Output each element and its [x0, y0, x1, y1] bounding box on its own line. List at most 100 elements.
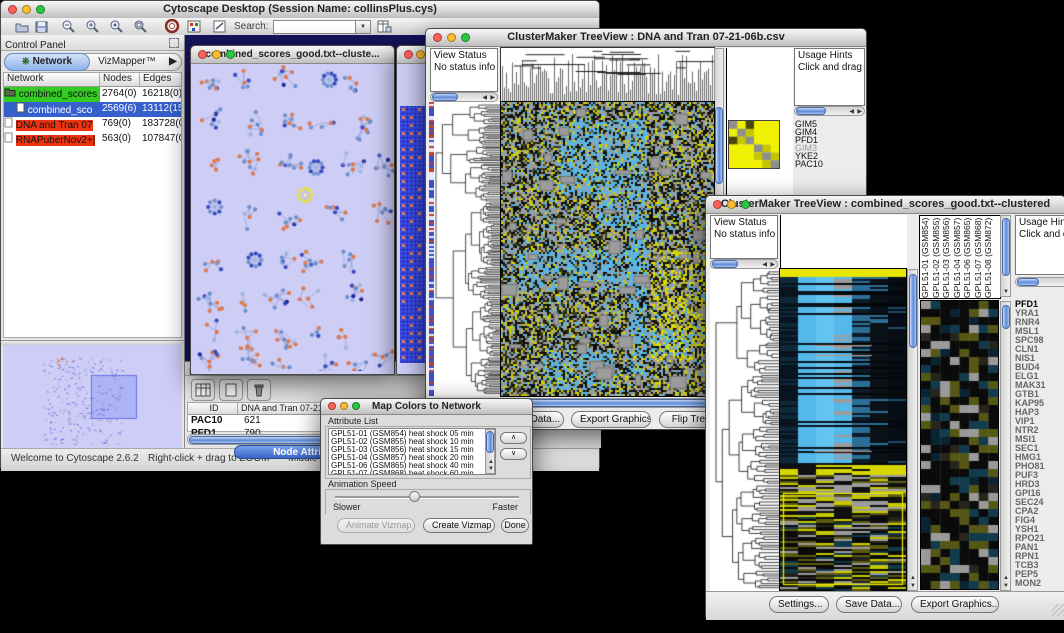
scrollbar-thumb[interactable]: [1002, 305, 1010, 329]
main-window-title: Cytoscape Desktop (Session Name: collins…: [163, 3, 437, 15]
scrollbar-thumb[interactable]: [508, 399, 708, 407]
network-view-title-bar[interactable]: combined_scores_good.txt--cluste...: [191, 46, 394, 64]
zoom-expression-heatmap[interactable]: [921, 301, 998, 589]
search-dropdown-button[interactable]: ▼: [355, 20, 371, 34]
search-label: Search:: [234, 19, 268, 34]
network-row-selected[interactable]: combined_sco 2569(6) 13112(15): [4, 102, 181, 117]
close-button[interactable]: [328, 402, 336, 410]
usage-hints-scrollbar[interactable]: ◀▶: [794, 106, 865, 116]
main-title-bar[interactable]: Cytoscape Desktop (Session Name: collins…: [1, 1, 599, 19]
window-controls: [8, 5, 45, 14]
attribute-list-item[interactable]: GPL51-03 (GSM856) heat shock 15 min: [331, 446, 495, 454]
minimize-button[interactable]: [416, 50, 425, 59]
network-table: Network Nodes Edges combined_scores 2764…: [3, 72, 182, 338]
treeview2-title-bar[interactable]: ClusterMaker TreeView : combined_scores_…: [706, 196, 1064, 214]
view-status-scrollbar[interactable]: ◀▶: [710, 259, 778, 269]
save-data-button[interactable]: Save Data...: [836, 596, 902, 613]
scrollbar-thumb[interactable]: [432, 93, 458, 101]
dialog-title-bar[interactable]: Map Colors to Network: [321, 399, 532, 415]
column-header-nodes[interactable]: Nodes: [100, 73, 140, 87]
resize-grip[interactable]: [1052, 604, 1064, 616]
close-button[interactable]: [404, 50, 413, 59]
attribute-list-item[interactable]: GPL51-06 (GSM865) heat shock 40 min: [331, 462, 495, 470]
attribute-list-item[interactable]: GPL51-04 (GSM857) heat shock 20 min: [331, 454, 495, 462]
column-labels-vscrollbar[interactable]: ▼: [1000, 215, 1011, 297]
document-icon: [4, 132, 13, 147]
export-graphics-button[interactable]: Export Graphics...: [571, 411, 651, 428]
move-down-button[interactable]: ∨: [500, 448, 527, 460]
attribute-select-icon[interactable]: [191, 379, 215, 401]
zoom-button[interactable]: [352, 402, 360, 410]
tab-overflow-arrow[interactable]: ▶: [165, 54, 181, 70]
close-button[interactable]: [8, 5, 17, 14]
animate-vizmap-button[interactable]: Animate Vizmap: [337, 518, 415, 533]
animation-speed-label: Animation Speed: [328, 479, 397, 489]
tab-network[interactable]: ⎈ Network: [4, 53, 90, 71]
row-dendrogram[interactable]: [434, 102, 500, 396]
close-button[interactable]: [713, 200, 722, 209]
usage-hints-scrollbar[interactable]: [1015, 277, 1064, 287]
scrollbar-thumb[interactable]: [796, 107, 826, 115]
treeview2-title: ClusterMaker TreeView : combined_scores_…: [721, 198, 1050, 210]
zoom-button[interactable]: [226, 50, 235, 59]
birdseye-view[interactable]: [3, 345, 182, 448]
column-label: GPL51-03 (GSM856): [941, 216, 952, 298]
attribute-list-vscrollbar[interactable]: ▲▼: [485, 429, 495, 474]
global-expression-heatmap[interactable]: [780, 269, 906, 591]
minimize-button[interactable]: [340, 402, 348, 410]
move-up-button[interactable]: ∧: [500, 432, 527, 444]
column-header-id[interactable]: ID: [188, 403, 238, 415]
column-label: GPL51-08 (GSM872): [983, 216, 994, 298]
network-canvas[interactable]: [193, 65, 394, 371]
speed-slider-groove[interactable]: [335, 496, 519, 499]
create-vizmap-button[interactable]: Create Vizmap: [423, 518, 495, 533]
column-header-network[interactable]: Network: [4, 73, 100, 87]
scrollbar-thumb[interactable]: [715, 107, 723, 184]
network-row[interactable]: DNA and Tran 07 769(0) 183728(0): [4, 117, 181, 132]
control-panel-title: Control Panel: [5, 40, 66, 51]
network-row[interactable]: RNAPuberNov2+| 563(0) 107847(0): [4, 132, 181, 147]
gene-label[interactable]: MON2: [1015, 579, 1064, 588]
speed-slider-thumb[interactable]: [409, 491, 420, 502]
column-label: GPL51-02 (GSM855): [931, 216, 942, 298]
float-panel-icon[interactable]: [169, 38, 179, 48]
new-attribute-icon[interactable]: [219, 379, 243, 401]
network-row[interactable]: combined_scores 2764(0) 16218(0): [4, 87, 181, 102]
column-dendrogram[interactable]: [501, 48, 714, 102]
expression-heatmap[interactable]: [501, 102, 714, 396]
column-label: GPL51-04 (GSM857): [952, 216, 963, 298]
attribute-list-item[interactable]: GPL51-07 (GSM868) heat shock 60 min: [331, 470, 495, 475]
zoom-button[interactable]: [36, 5, 45, 14]
treeview2-vscrollbar[interactable]: ▲▼: [907, 269, 918, 591]
zoom-button[interactable]: [741, 200, 750, 209]
scrollbar-thumb[interactable]: [712, 260, 738, 268]
close-button[interactable]: [433, 33, 442, 42]
column-header-edges[interactable]: Edges: [140, 73, 181, 87]
done-button[interactable]: Done: [501, 518, 529, 533]
minimize-button[interactable]: [22, 5, 31, 14]
folder-icon: [4, 87, 16, 102]
attribute-list-item[interactable]: GPL51-01 (GSM854) heat shock 05 min: [331, 430, 495, 438]
attribute-list-item[interactable]: GPL51-02 (GSM855) heat shock 10 min: [331, 438, 495, 446]
view-status-box: View StatusNo status info for: [710, 215, 778, 259]
export-graphics-button[interactable]: Export Graphics...: [911, 596, 999, 613]
zoom-vscrollbar[interactable]: ▲▼: [1000, 301, 1011, 591]
view-status-scrollbar[interactable]: ◀▶: [430, 92, 498, 102]
correlation-matrix-heatmap[interactable]: [729, 121, 779, 168]
minimize-button[interactable]: [212, 50, 221, 59]
scrollbar-thumb[interactable]: [909, 274, 917, 348]
scrollbar-thumb[interactable]: [1002, 218, 1010, 276]
minimize-button[interactable]: [727, 200, 736, 209]
delete-attribute-icon[interactable]: [247, 379, 271, 401]
treeview1-title-bar[interactable]: ClusterMaker TreeView : DNA and Tran 07-…: [426, 29, 866, 47]
settings-button[interactable]: Settings...: [769, 596, 829, 613]
row-dendrogram[interactable]: [710, 269, 780, 591]
scrollbar-thumb[interactable]: [1017, 278, 1039, 286]
tab-vizmapper[interactable]: VizMapper™: [89, 54, 165, 70]
close-button[interactable]: [198, 50, 207, 59]
attribute-list[interactable]: GPL51-01 (GSM854) heat shock 05 minGPL51…: [328, 428, 496, 475]
search-input[interactable]: [273, 20, 357, 34]
zoom-button[interactable]: [461, 33, 470, 42]
minimize-button[interactable]: [447, 33, 456, 42]
scrollbar-thumb[interactable]: [486, 431, 494, 453]
